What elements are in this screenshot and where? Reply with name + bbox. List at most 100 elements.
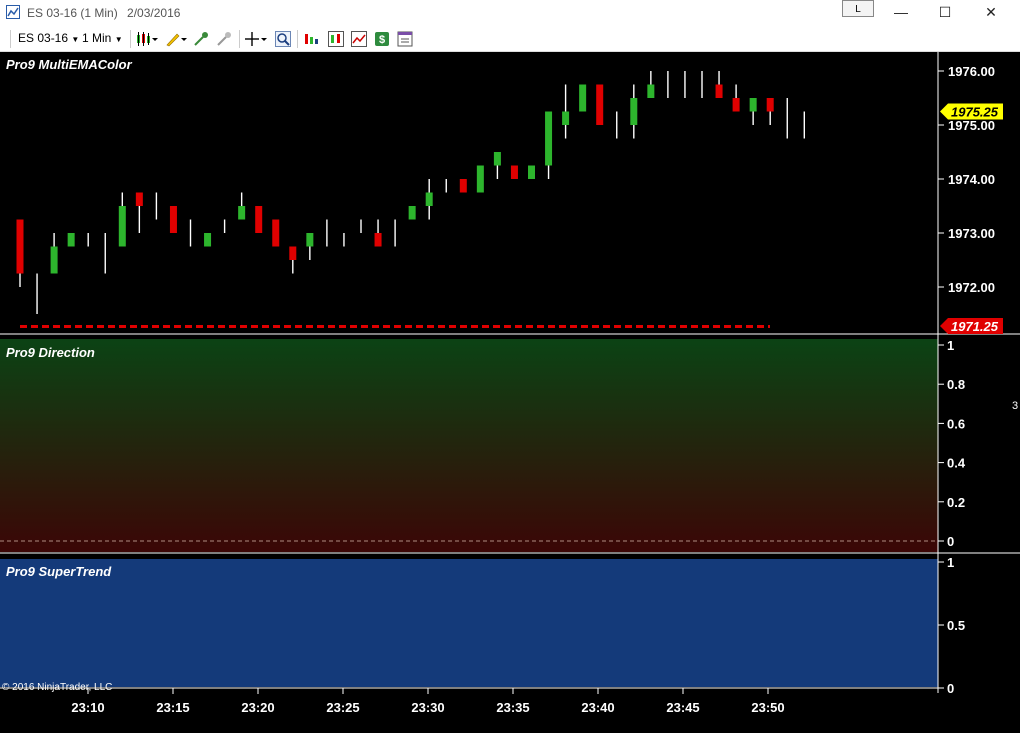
candle bbox=[408, 206, 416, 220]
minimize-button[interactable]: — bbox=[878, 0, 924, 24]
chart-window-icon bbox=[6, 5, 20, 19]
x-axis-label: 23:25 bbox=[326, 700, 360, 715]
candle bbox=[476, 165, 484, 193]
window-title-text: ES 03-16 (1 Min) bbox=[27, 6, 118, 20]
x-axis-label: 23:50 bbox=[751, 700, 785, 715]
candle bbox=[169, 206, 177, 233]
properties-icon[interactable] bbox=[397, 31, 413, 47]
candle-body bbox=[647, 84, 655, 98]
drawing-tools-icon[interactable] bbox=[165, 31, 187, 47]
price-tick-label: 1974.00 bbox=[948, 172, 995, 187]
price-tick-label: 1975.00 bbox=[948, 118, 995, 133]
chart-canvas[interactable]: 1976.00 1975.00 1974.00 1973.00 1972.00 1975.… bbox=[0, 52, 1020, 728]
candle-body bbox=[493, 152, 501, 166]
window-title: ES 03-16 (1 Min) 2/03/2016 bbox=[27, 6, 180, 20]
crosshair-icon[interactable] bbox=[245, 31, 267, 47]
interval-label: 1 Min bbox=[82, 31, 112, 45]
candle-body bbox=[510, 165, 518, 179]
supertrend-tick-label: 1 bbox=[947, 555, 954, 570]
data-box-icon[interactable]: $ bbox=[374, 31, 390, 47]
candle-body bbox=[545, 111, 553, 166]
candle-body bbox=[50, 246, 58, 274]
interval-selector[interactable]: 1 Min ▼ bbox=[82, 31, 123, 45]
candle-body bbox=[562, 111, 570, 125]
direction-tick-label: 0.8 bbox=[947, 377, 965, 392]
close-button[interactable]: ✕ bbox=[968, 0, 1014, 24]
bar-type-icon[interactable] bbox=[136, 31, 158, 47]
candle-body bbox=[16, 219, 24, 274]
candle-body bbox=[459, 179, 467, 193]
stop-level-marker: 1971.25 bbox=[940, 318, 1003, 334]
chart-style-icon[interactable] bbox=[351, 31, 367, 47]
candle bbox=[528, 165, 535, 179]
candle-body bbox=[476, 165, 484, 193]
candle-body bbox=[255, 206, 263, 233]
direction-tick-label: 0 bbox=[947, 534, 954, 549]
candle-body bbox=[118, 206, 126, 247]
direction-tick-label: 1 bbox=[947, 338, 954, 353]
candle-body bbox=[579, 84, 587, 112]
direction-panel-background bbox=[0, 339, 938, 552]
candle-body bbox=[272, 219, 280, 247]
toolbar-separator bbox=[297, 30, 298, 48]
x-axis-label: 23:10 bbox=[71, 700, 105, 715]
offscreen-indicator: 3 bbox=[1012, 400, 1019, 412]
candle-body bbox=[67, 233, 75, 247]
candle-body bbox=[408, 206, 416, 220]
price-tick-label: 1972.00 bbox=[948, 280, 995, 295]
supertrend-panel-title: Pro9 SuperTrend bbox=[6, 564, 112, 579]
x-axis-label: 23:15 bbox=[156, 700, 190, 715]
toolbar-separator bbox=[239, 30, 240, 48]
x-axis-label: 23:35 bbox=[496, 700, 530, 715]
last-price-marker-text: 1975.25 bbox=[951, 105, 999, 120]
window-date: 2/03/2016 bbox=[127, 6, 181, 20]
supertrend-tick-label: 0.5 bbox=[947, 618, 965, 633]
toolbar-separator bbox=[10, 30, 11, 48]
direction-panel-title: Pro9 Direction bbox=[6, 345, 95, 360]
candle bbox=[510, 165, 518, 179]
candle-body bbox=[715, 84, 723, 98]
hide-drawings-icon[interactable] bbox=[216, 31, 232, 47]
candle-body bbox=[289, 246, 297, 260]
x-axis-label: 23:45 bbox=[666, 700, 700, 715]
candle-body bbox=[766, 98, 774, 112]
direction-tick-label: 0.6 bbox=[947, 416, 965, 431]
stop-level-marker-text: 1971.25 bbox=[951, 319, 999, 334]
link-button[interactable]: L bbox=[842, 0, 874, 17]
zoom-icon[interactable] bbox=[275, 31, 291, 47]
last-price-marker: 1975.25 bbox=[940, 103, 1003, 120]
candle-body bbox=[528, 165, 535, 179]
candle-body bbox=[732, 98, 740, 112]
direction-tick-label: 0.2 bbox=[947, 495, 965, 510]
maximize-button[interactable]: ☐ bbox=[922, 0, 968, 24]
attach-order-icon[interactable] bbox=[193, 31, 209, 47]
candle bbox=[272, 219, 280, 247]
title-bar: ES 03-16 (1 Min) 2/03/2016 L — ☐ ✕ bbox=[0, 0, 1020, 26]
candle bbox=[459, 179, 467, 193]
x-axis-label: 23:40 bbox=[581, 700, 615, 715]
strategies-icon[interactable] bbox=[328, 31, 344, 47]
chevron-down-icon: ▼ bbox=[114, 35, 123, 44]
x-axis-label: 23:20 bbox=[241, 700, 275, 715]
candle bbox=[255, 206, 263, 233]
instrument-selector[interactable]: ES 03-16 ▼ bbox=[18, 31, 79, 45]
candle bbox=[579, 84, 587, 112]
candle-body bbox=[238, 206, 246, 220]
candle bbox=[67, 233, 75, 247]
candle bbox=[596, 84, 604, 125]
candle-body bbox=[749, 98, 757, 112]
chart-area[interactable]: 1976.00 1975.00 1974.00 1973.00 1972.00 1975.… bbox=[0, 52, 1020, 728]
copyright-notice: © 2016 NinjaTrader, LLC bbox=[2, 682, 113, 693]
indicators-icon[interactable] bbox=[304, 31, 320, 47]
chart-toolbar: ES 03-16 ▼ 1 Min ▼ $ bbox=[0, 26, 1020, 52]
direction-tick-label: 0.4 bbox=[947, 456, 966, 471]
candle-body bbox=[306, 233, 314, 247]
candle bbox=[204, 233, 212, 247]
price-panel-title: Pro9 MultiEMAColor bbox=[6, 57, 132, 72]
toolbar-separator bbox=[130, 30, 131, 48]
candle-body bbox=[374, 233, 382, 247]
candle-body bbox=[596, 84, 604, 125]
candle-body bbox=[425, 192, 433, 206]
candle-body bbox=[204, 233, 212, 247]
price-tick-label: 1976.00 bbox=[948, 64, 995, 79]
